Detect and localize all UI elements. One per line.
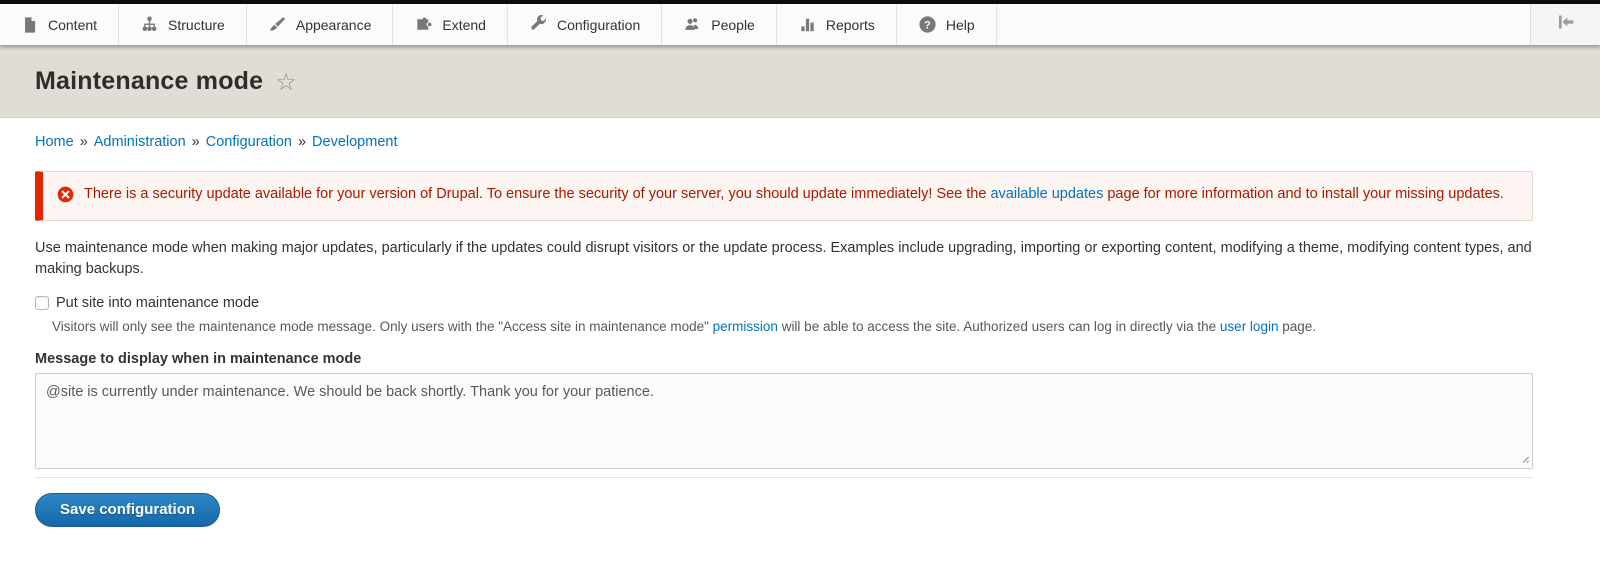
description-text: page.: [1278, 319, 1316, 334]
error-text-before: There is a security update available for…: [84, 186, 990, 202]
breadcrumb-link-configuration[interactable]: Configuration: [206, 134, 292, 150]
page-header: Maintenance mode ☆: [0, 46, 1600, 118]
available-updates-link[interactable]: available updates: [990, 186, 1103, 202]
toolbar-item-label: Help: [946, 17, 975, 33]
admin-toolbar: Content Structure Appearance Extend Conf…: [0, 4, 1600, 46]
page-title: Maintenance mode: [35, 67, 263, 96]
maintenance-mode-checkbox[interactable]: [35, 296, 49, 310]
paintbrush-icon: [268, 15, 287, 34]
error-message-text: There is a security update available for…: [84, 184, 1504, 205]
error-circle-icon: [57, 186, 74, 208]
description-text: Visitors will only see the maintenance m…: [52, 319, 713, 334]
main-content: Home » Administration » Configuration » Develo…: [0, 134, 1600, 527]
user-login-link[interactable]: user login: [1220, 319, 1279, 334]
maintenance-mode-intro-text: Use maintenance mode when making major u…: [35, 238, 1533, 280]
toolbar-item-label: People: [711, 17, 755, 33]
puzzle-icon: [414, 15, 433, 34]
toolbar-item-label: Extend: [442, 17, 486, 33]
breadcrumb: Home » Administration » Configuration » Develo…: [35, 134, 1533, 150]
toolbar-item-label: Reports: [826, 17, 875, 33]
bar-chart-icon: [798, 15, 817, 34]
toolbar-orientation-toggle[interactable]: [1530, 4, 1600, 45]
toolbar-item-help[interactable]: ? Help: [897, 4, 997, 45]
error-text-after: page for more information and to install…: [1103, 186, 1504, 202]
maintenance-message-textarea[interactable]: @site is currently under maintenance. We…: [35, 373, 1533, 469]
textarea-grippie[interactable]: [35, 474, 1533, 478]
star-outline-icon[interactable]: ☆: [275, 68, 297, 97]
toolbar-item-reports[interactable]: Reports: [777, 4, 897, 45]
toolbar-item-appearance[interactable]: Appearance: [247, 4, 394, 45]
toolbar-item-people[interactable]: People: [662, 4, 777, 45]
toolbar-item-label: Structure: [168, 17, 225, 33]
sitemap-icon: [140, 15, 159, 34]
message-field-label: Message to display when in maintenance m…: [35, 351, 1533, 367]
file-icon: [21, 16, 39, 34]
description-text: will be able to access the site. Authori…: [778, 319, 1220, 334]
breadcrumb-separator: »: [192, 134, 200, 150]
breadcrumb-separator: »: [298, 134, 306, 150]
maintenance-mode-checkbox-label[interactable]: Put site into maintenance mode: [56, 295, 259, 311]
svg-text:?: ?: [924, 19, 931, 31]
breadcrumb-link-home[interactable]: Home: [35, 134, 74, 150]
breadcrumb-link-administration[interactable]: Administration: [94, 134, 186, 150]
message-field-wrapper: @site is currently under maintenance. We…: [35, 373, 1533, 474]
toolbar-item-label: Appearance: [296, 17, 372, 33]
toolbar-orientation-icon: [1556, 12, 1576, 37]
wrench-icon: [529, 15, 548, 34]
breadcrumb-link-development[interactable]: Development: [312, 134, 397, 150]
toolbar-item-extend[interactable]: Extend: [393, 4, 508, 45]
maintenance-mode-checkbox-row: Put site into maintenance mode: [35, 295, 1533, 311]
breadcrumb-separator: »: [80, 134, 88, 150]
security-update-error-message: There is a security update available for…: [35, 171, 1533, 221]
toolbar-item-configuration[interactable]: Configuration: [508, 4, 662, 45]
toolbar-item-structure[interactable]: Structure: [119, 4, 247, 45]
maintenance-mode-description: Visitors will only see the maintenance m…: [52, 318, 1533, 335]
toolbar-item-label: Configuration: [557, 17, 640, 33]
toolbar-item-label: Content: [48, 17, 97, 33]
permission-link[interactable]: permission: [713, 319, 778, 334]
help-icon: ?: [918, 15, 937, 34]
toolbar-spacer: [997, 4, 1530, 45]
form-actions: Save configuration: [35, 493, 1533, 527]
people-icon: [683, 15, 702, 34]
save-configuration-button[interactable]: Save configuration: [35, 493, 220, 527]
toolbar-item-content[interactable]: Content: [0, 4, 119, 45]
